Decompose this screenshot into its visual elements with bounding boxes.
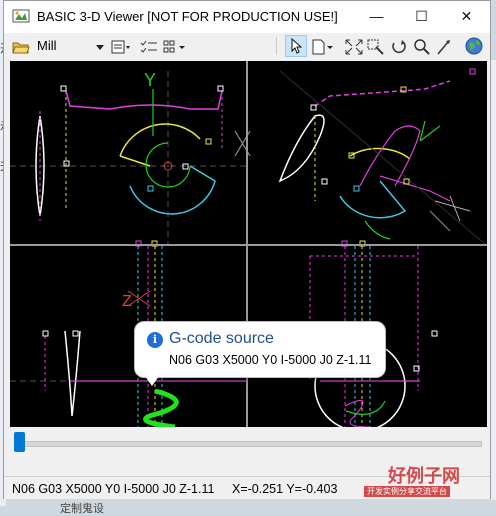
- maximize-button[interactable]: ☐: [399, 1, 444, 32]
- status-coordinates: X=-0.251 Y=-0.403: [232, 482, 338, 496]
- checklist-icon[interactable]: [138, 37, 160, 57]
- fit-icon[interactable]: [344, 37, 364, 57]
- status-gcode: N06 G03 X5000 Y0 I-5000 J0 Z-1.11: [12, 482, 215, 496]
- zoom-window-icon[interactable]: [366, 37, 386, 57]
- background-bottom-hint: 定制鬼设: [60, 503, 104, 515]
- title-bar[interactable]: BASIC 3-D Viewer [NOT FOR PRODUCTION USE…: [4, 1, 490, 33]
- tooltip-pointer: [142, 372, 162, 386]
- tooltip-title: G-code source: [169, 330, 274, 347]
- open-folder-icon[interactable]: [11, 37, 31, 57]
- minimize-button[interactable]: —: [354, 1, 399, 32]
- watermark-subtext: 开发实例分享交流平台: [364, 486, 450, 497]
- select-arrow-icon[interactable]: [285, 35, 307, 57]
- playback-slider-track[interactable]: [14, 441, 482, 447]
- pan-icon[interactable]: [434, 37, 454, 57]
- globe-icon[interactable]: [463, 36, 485, 56]
- close-button[interactable]: ✕: [444, 1, 489, 32]
- gcode-tooltip: i G-code source N06 G03 X5000 Y0 I-5000 …: [134, 321, 386, 378]
- machine-dropdown-icon[interactable]: [94, 37, 106, 57]
- info-icon: i: [147, 332, 163, 348]
- zoom-icon[interactable]: [412, 37, 432, 57]
- watermark-text: 好例子网: [388, 466, 460, 487]
- grid-icon[interactable]: [162, 37, 188, 57]
- view-top-right: [278, 68, 486, 245]
- view-top-left: Y: [10, 70, 251, 244]
- viewer-window: BASIC 3-D Viewer [NOT FOR PRODUCTION USE…: [3, 0, 491, 499]
- new-page-icon[interactable]: [310, 37, 336, 57]
- page-setup-icon[interactable]: [110, 37, 132, 57]
- machine-select[interactable]: Mill: [37, 38, 57, 53]
- watermark: 好例子网: [388, 462, 460, 488]
- background-strip-right: [491, 60, 496, 500]
- viewport-divider-horizontal[interactable]: [10, 244, 487, 246]
- tooltip-body: N06 G03 X5000 Y0 I-5000 J0 Z-1.11: [169, 353, 372, 367]
- playback-slider-thumb[interactable]: [14, 432, 25, 452]
- rotate-icon[interactable]: [389, 37, 409, 57]
- toolbar-separator: [276, 37, 277, 55]
- axis-label-z: Z: [122, 293, 132, 310]
- axis-label-y: Y: [144, 70, 156, 90]
- window-title: BASIC 3-D Viewer [NOT FOR PRODUCTION USE…: [37, 9, 338, 24]
- app-icon: [12, 9, 30, 23]
